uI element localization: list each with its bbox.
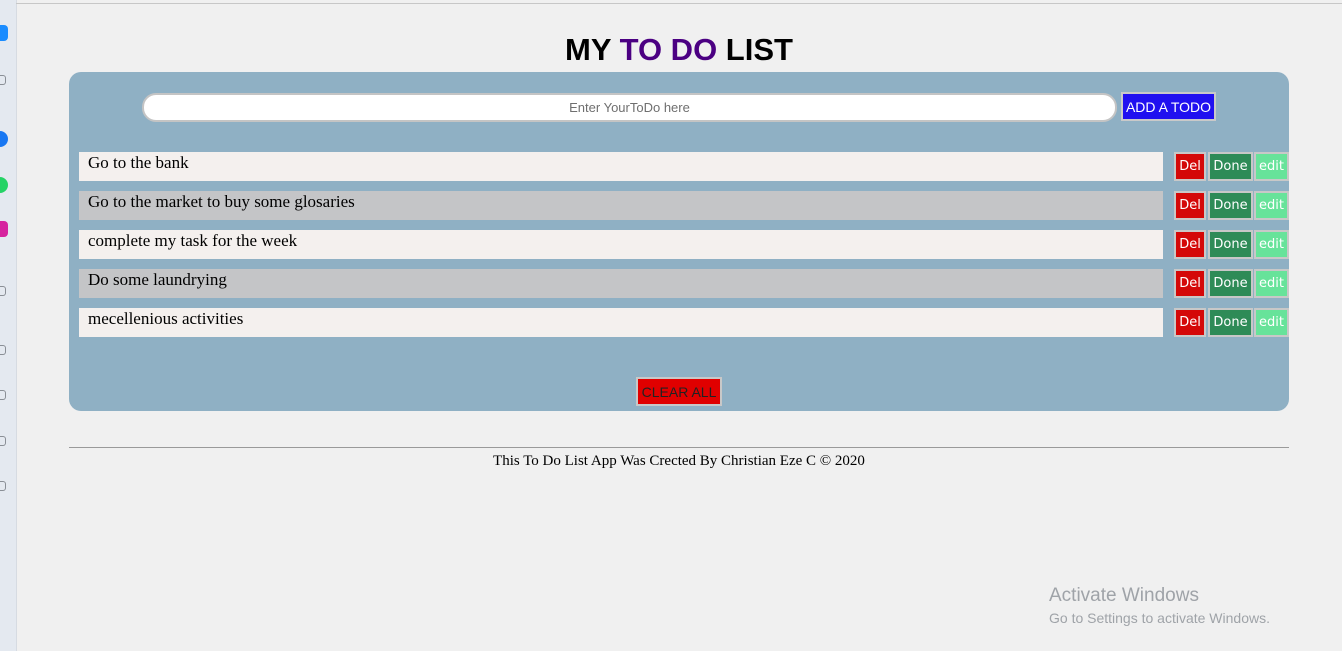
todo-item: complete my task for the week Del Done e… <box>79 230 1289 259</box>
footer-divider <box>69 447 1289 448</box>
page-icon[interactable] <box>0 436 6 446</box>
title-part-list: LIST <box>717 32 793 67</box>
page-title: MY TO DO LIST <box>0 32 1342 68</box>
delete-button[interactable]: Del <box>1174 191 1206 220</box>
browser-sidebar <box>0 0 17 651</box>
add-todo-button[interactable]: ADD A TODO <box>1121 92 1216 121</box>
todo-item: Do some laundrying Del Done edit <box>79 269 1289 298</box>
todo-panel: ADD A TODO Go to the bank Del Done edit … <box>69 72 1289 411</box>
browser-top-border <box>16 3 1342 4</box>
activate-windows-title: Activate Windows <box>1049 585 1199 606</box>
clock-icon[interactable] <box>0 481 6 491</box>
title-accent: TO DO <box>619 32 718 67</box>
done-button[interactable]: Done <box>1208 230 1253 259</box>
done-button[interactable]: Done <box>1208 152 1253 181</box>
messenger-icon[interactable] <box>0 131 8 147</box>
todo-input[interactable] <box>142 93 1117 122</box>
instagram-icon[interactable] <box>0 221 8 237</box>
todo-text: complete my task for the week <box>88 231 298 250</box>
edit-button[interactable]: edit <box>1254 269 1289 298</box>
delete-button[interactable]: Del <box>1174 269 1206 298</box>
delete-button[interactable]: Del <box>1174 152 1206 181</box>
todo-item: Go to the bank Del Done edit <box>79 152 1289 181</box>
footer-credit: This To Do List App Was Crected By Chris… <box>493 453 865 469</box>
bookmark-icon[interactable] <box>0 75 6 85</box>
todo-text: Do some laundrying <box>88 270 227 289</box>
title-part-my: MY <box>565 32 620 67</box>
edit-button[interactable]: edit <box>1254 191 1289 220</box>
edit-button[interactable]: edit <box>1254 152 1289 181</box>
todo-text: Go to the market to buy some glosaries <box>88 192 355 211</box>
todo-item: Go to the market to buy some glosaries D… <box>79 191 1289 220</box>
delete-button[interactable]: Del <box>1174 308 1206 337</box>
done-button[interactable]: Done <box>1208 269 1253 298</box>
play-icon[interactable] <box>0 286 6 296</box>
delete-button[interactable]: Del <box>1174 230 1206 259</box>
done-button[interactable]: Done <box>1208 191 1253 220</box>
done-button[interactable]: Done <box>1208 308 1253 337</box>
activate-windows-subtitle: Go to Settings to activate Windows. <box>1049 610 1270 626</box>
todo-item: mecellenious activities Del Done edit <box>79 308 1289 337</box>
edit-button[interactable]: edit <box>1254 308 1289 337</box>
clear-all-button[interactable]: CLEAR ALL <box>636 377 722 406</box>
edit-button[interactable]: edit <box>1254 230 1289 259</box>
todo-text: Go to the bank <box>88 153 189 172</box>
chat-icon[interactable] <box>0 390 6 400</box>
grid-icon[interactable] <box>0 345 6 355</box>
todo-text: mecellenious activities <box>88 309 244 328</box>
whatsapp-icon[interactable] <box>0 177 8 193</box>
